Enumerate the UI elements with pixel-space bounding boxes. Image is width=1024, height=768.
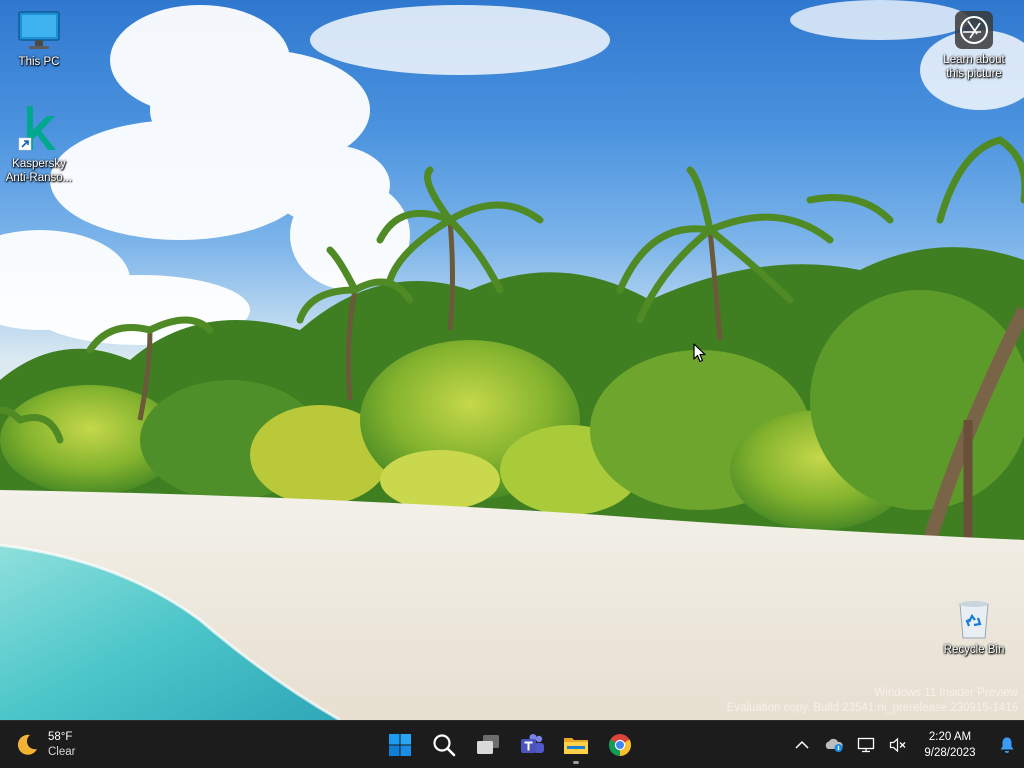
chrome-button[interactable] bbox=[600, 725, 640, 765]
windows-start-icon bbox=[389, 734, 411, 756]
speaker-muted-icon bbox=[889, 737, 906, 753]
file-explorer-button[interactable] bbox=[556, 725, 596, 765]
chrome-icon bbox=[609, 734, 631, 756]
camera-icon bbox=[955, 11, 993, 49]
clock-date: 9/28/2023 bbox=[924, 747, 976, 759]
recycle-bin-icon bbox=[959, 601, 989, 639]
network-tray-button[interactable] bbox=[850, 725, 882, 765]
volume-tray-button[interactable] bbox=[882, 725, 914, 765]
onedrive-tray-button[interactable] bbox=[818, 725, 850, 765]
onedrive-icon bbox=[825, 738, 843, 752]
start-button[interactable] bbox=[380, 725, 420, 765]
mouse-pointer-icon bbox=[693, 343, 706, 363]
system-tray: 2:20 AM 9/28/2023 bbox=[786, 721, 1024, 768]
desktop-icon-this-pc[interactable]: This PC bbox=[1, 10, 77, 69]
network-icon bbox=[857, 737, 875, 753]
watermark-line-2: Evaluation copy. Build 23541.ni_prerelea… bbox=[726, 702, 1018, 714]
search-icon bbox=[433, 734, 456, 757]
desktop-icon-recycle-bin[interactable]: Recycle Bin bbox=[936, 598, 1012, 657]
chevron-up-icon bbox=[795, 740, 809, 749]
desktop-icon-learn-about-picture[interactable]: Learn about this picture bbox=[936, 10, 1012, 81]
evaluation-watermark: Windows 11 Insider Preview Evaluation co… bbox=[727, 686, 1018, 716]
search-button[interactable] bbox=[424, 725, 464, 765]
weather-condition: Clear bbox=[48, 746, 76, 758]
teams-button[interactable] bbox=[512, 725, 552, 765]
taskbar-clock[interactable]: 2:20 AM 9/28/2023 bbox=[914, 729, 990, 761]
watermark-line-1: Windows 11 Insider Preview bbox=[874, 687, 1018, 699]
notifications-button[interactable] bbox=[990, 725, 1024, 765]
moon-icon bbox=[17, 734, 37, 755]
kaspersky-k-icon bbox=[18, 106, 56, 151]
task-view-icon bbox=[477, 735, 499, 754]
bell-icon bbox=[1000, 737, 1014, 753]
file-explorer-icon bbox=[564, 738, 588, 754]
learn-about-picture-label: Learn about this picture bbox=[943, 54, 1005, 80]
beach-scene bbox=[0, 0, 1024, 720]
recycle-bin-label: Recycle Bin bbox=[943, 644, 1005, 656]
this-pc-label: This PC bbox=[18, 56, 60, 68]
desktop-wallpaper bbox=[0, 0, 1024, 720]
monitor-icon bbox=[18, 11, 60, 49]
teams-icon bbox=[521, 734, 544, 753]
show-hidden-icons-button[interactable] bbox=[786, 725, 818, 765]
weather-temperature: 58°F bbox=[48, 731, 73, 743]
taskbar-apps bbox=[380, 725, 640, 765]
kaspersky-label: Kaspersky Anti-Ranso... bbox=[5, 158, 73, 184]
taskbar: 58°F Clear 2:20 AM 9/28/2023 bbox=[0, 720, 1024, 768]
clock-time: 2:20 AM bbox=[928, 731, 972, 743]
weather-widget[interactable]: 58°F Clear bbox=[14, 727, 75, 763]
task-view-button[interactable] bbox=[468, 725, 508, 765]
desktop-icon-kaspersky[interactable]: Kaspersky Anti-Ranso... bbox=[1, 104, 77, 185]
